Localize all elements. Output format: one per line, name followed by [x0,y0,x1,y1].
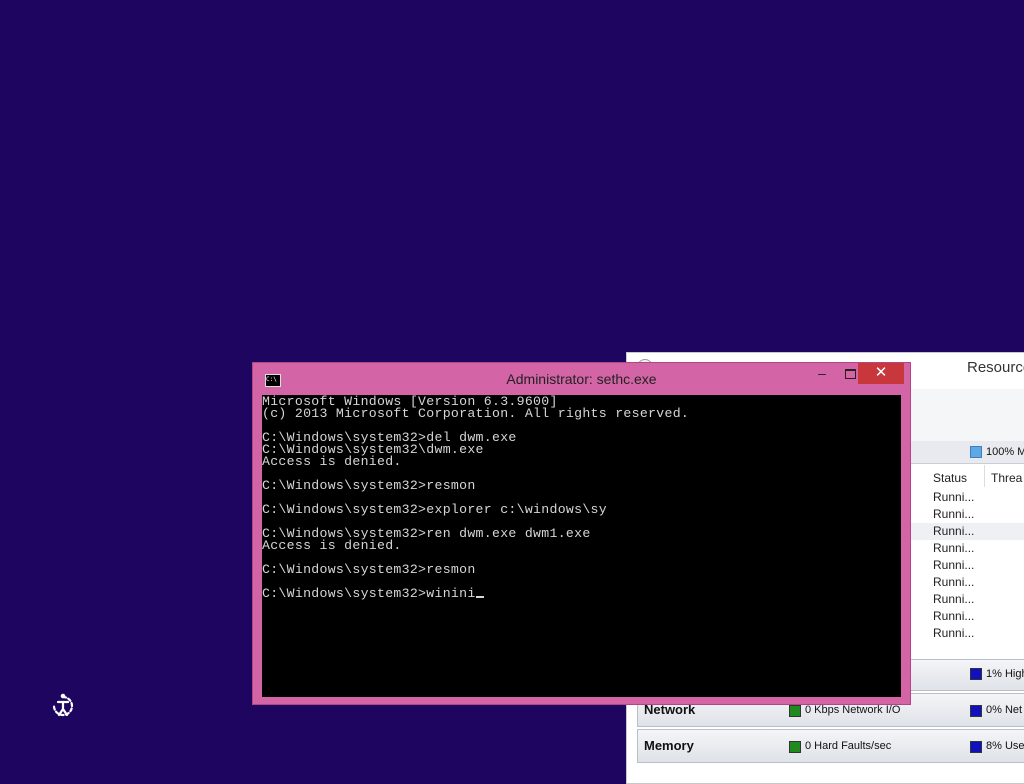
row-status: Runni... [933,592,975,606]
memory-legend-green [789,741,801,753]
row-status: Runni... [933,524,975,538]
minimize-button[interactable]: ‒ [809,363,835,384]
disk-highest-active: 1% High [986,668,1024,680]
row-status: Runni... [933,490,975,504]
row-status: Runni... [933,575,975,589]
resource-monitor-title: Resource [967,359,1024,376]
cpu-max-frequency: 100% M [986,446,1024,458]
console-line: C:\Windows\system32>resmon [262,478,476,493]
table-row[interactable]: Runni... [911,489,1024,506]
column-threads-label: Threa [991,471,1023,485]
table-row[interactable]: Runni... [911,557,1024,574]
table-row[interactable]: Runni... [911,523,1024,540]
network-legend-blue [970,705,982,717]
console-line: C:\Windows\system32>winini [262,587,689,600]
row-status: Runni... [933,507,975,521]
table-row[interactable]: Runni... [911,506,1024,523]
process-rows: Runni... Runni... Runni... Runni... Runn… [911,489,1024,642]
table-row[interactable]: Runni... [911,608,1024,625]
disk-legend-square [970,668,982,680]
memory-used: 8% Use [986,740,1024,752]
memory-label: Memory [644,738,694,753]
table-row[interactable]: Runni... [911,625,1024,642]
cpu-section-header[interactable]: 100% M [911,441,1024,464]
network-legend-green [789,705,801,717]
text-cursor [475,596,484,598]
console-line: C:\Windows\system32>explorer c:\windows\… [262,502,607,517]
table-row[interactable]: Runni... [911,574,1024,591]
console-lines: Microsoft Windows [Version 6.3.9600] (c) … [262,395,690,600]
network-utilization: 0% Net [986,704,1023,716]
command-prompt-window[interactable]: C:\ Administrator: sethc.exe ‒ ✕ Microso… [252,362,911,705]
row-status: Runni... [933,541,975,555]
column-status[interactable]: Status [927,465,985,487]
column-threads[interactable]: Threa [985,465,1024,487]
console-output[interactable]: Microsoft Windows [Version 6.3.9600] (c) … [262,395,901,697]
maximize-icon [844,369,856,379]
console-line: Access is denied. [262,454,402,469]
cpu-legend-square [970,446,982,458]
table-row[interactable]: Runni... [911,591,1024,608]
network-io: 0 Kbps Network I/O [805,704,901,716]
memory-legend-blue [970,741,982,753]
close-button[interactable]: ✕ [858,363,904,384]
memory-section-header[interactable]: Memory 0 Hard Faults/sec 8% Use [637,729,1024,763]
row-status: Runni... [933,558,975,572]
console-line: C:\Windows\system32>resmon [262,562,476,577]
row-status: Runni... [933,626,975,640]
console-line: Access is denied. [262,538,402,553]
column-status-label: Status [933,471,968,485]
console-line: (c) 2013 Microsoft Corporation. All righ… [262,406,690,421]
row-status: Runni... [933,609,975,623]
ease-of-access-icon[interactable] [49,692,77,720]
hard-faults: 0 Hard Faults/sec [805,740,892,752]
table-row[interactable]: Runni... [911,540,1024,557]
